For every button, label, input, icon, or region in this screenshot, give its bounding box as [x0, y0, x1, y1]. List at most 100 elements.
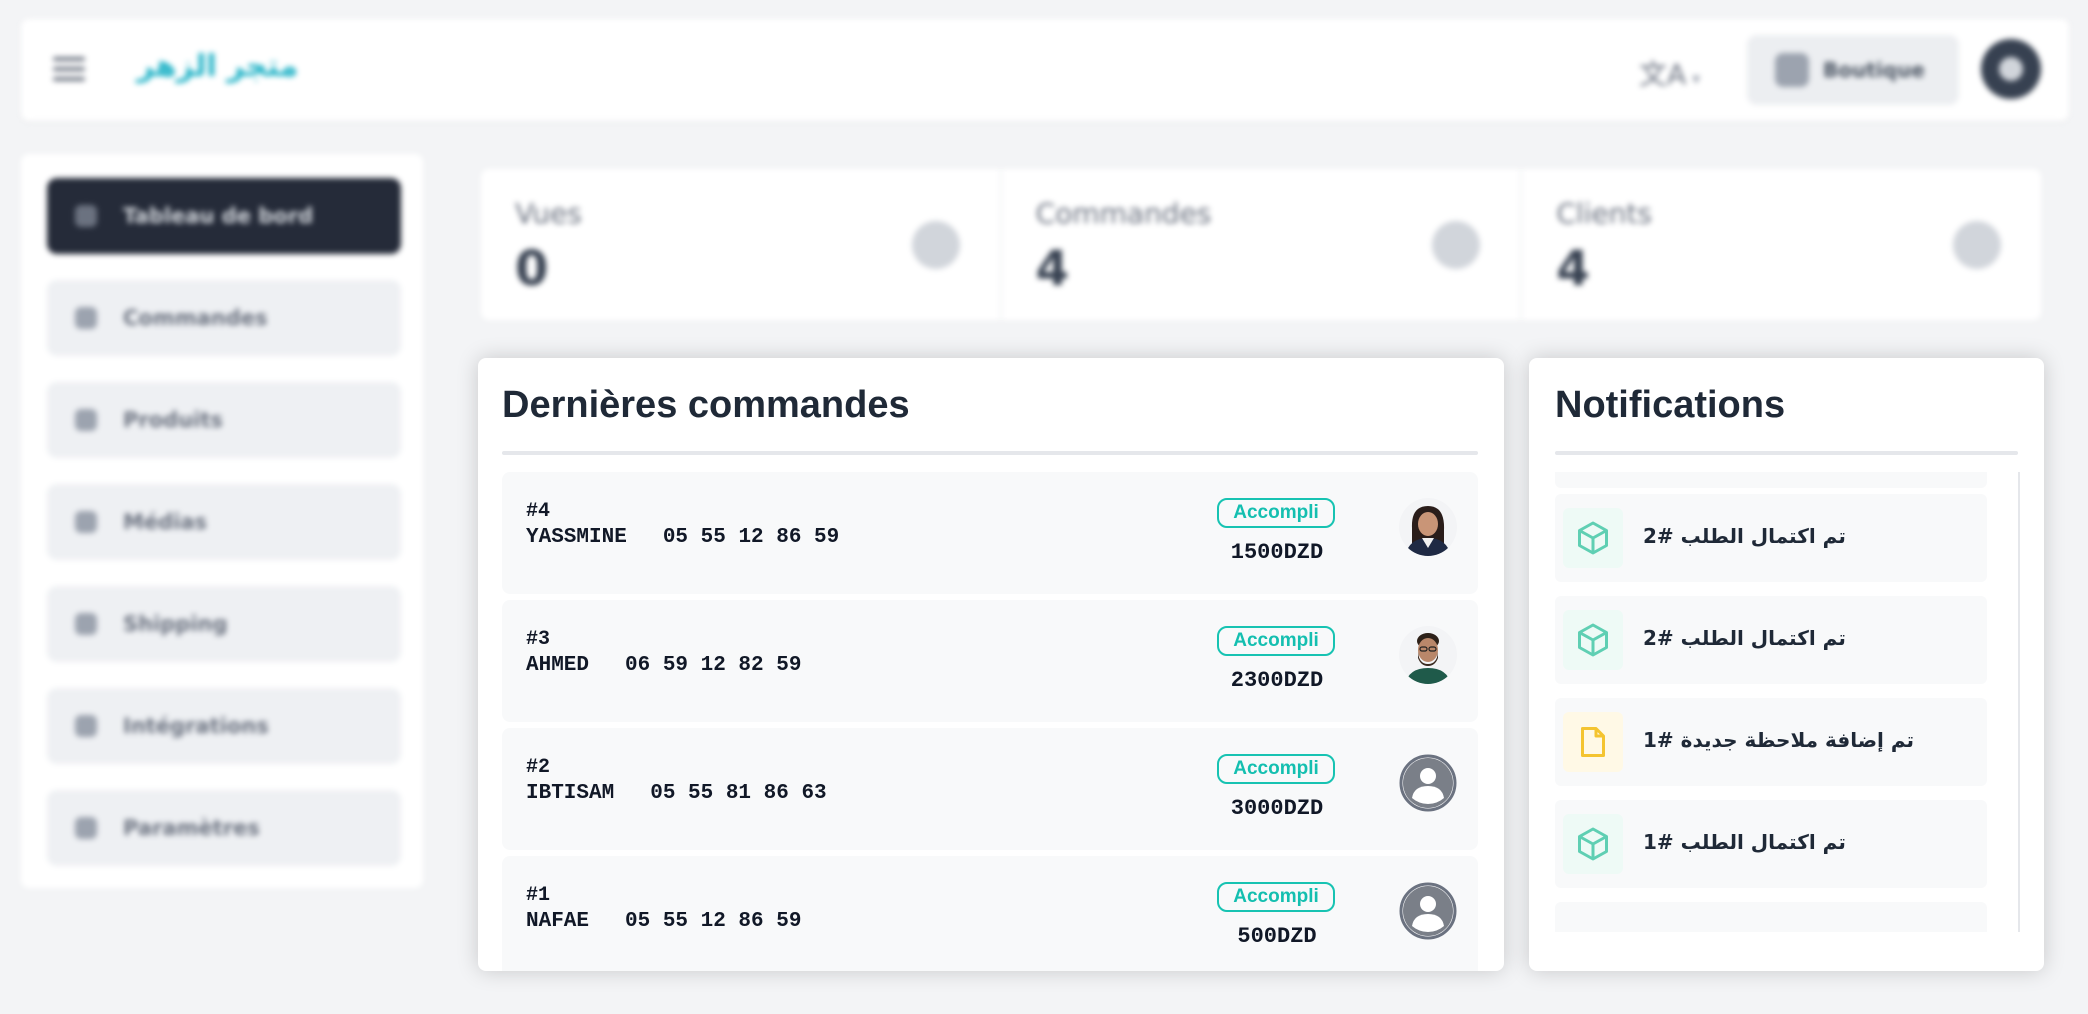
stat-title: Clients [1556, 197, 1652, 230]
chevron-down-icon: ▾ [1692, 69, 1701, 88]
customer-name: NAFAE [526, 910, 590, 933]
sidebar-item-label: Commandes [123, 306, 268, 330]
sidebar-item-settings[interactable]: Paramètres [47, 790, 401, 866]
stats-bar: Vues 0 Commandes 4 Clients 4 [481, 169, 2041, 320]
order-amount: 1500DZD [1230, 540, 1324, 565]
order-customer: NAFAE 05 55 12 86 59 [526, 910, 801, 933]
customer-phone: 05 55 12 86 59 [625, 910, 802, 933]
divider [1555, 451, 2018, 455]
sidebar-item-dashboard[interactable]: Tableau de bord [47, 178, 401, 254]
stat-card-views: Vues 0 [481, 169, 1002, 320]
gear-icon [75, 817, 97, 839]
order-row[interactable]: #1 NAFAE 05 55 12 86 59 Accompli 500DZD [502, 856, 1478, 971]
stat-value: 0 [515, 241, 549, 297]
status-badge: Accompli [1217, 498, 1335, 528]
order-amount: 3000DZD [1230, 796, 1324, 821]
order-customer: AHMED 06 59 12 82 59 [526, 654, 801, 677]
sidebar-item-label: Paramètres [123, 816, 260, 840]
order-amount: 2300DZD [1230, 668, 1324, 693]
stat-card-orders: Commandes 4 [1002, 169, 1523, 320]
customer-name: YASSMINE [526, 526, 627, 549]
status-badge: Accompli [1217, 882, 1335, 912]
customer-name: IBTISAM [526, 782, 615, 805]
stat-value: 4 [1556, 241, 1590, 297]
sidebar-item-products[interactable]: Produits [47, 382, 401, 458]
sidebar-item-label: Tableau de bord [123, 204, 314, 228]
customer-phone: 05 55 81 86 63 [650, 782, 827, 805]
sidebar-item-media[interactable]: Médias [47, 484, 401, 560]
order-customer: YASSMINE 05 55 12 86 59 [526, 526, 839, 549]
latest-orders-panel: Dernières commandes #4 YASSMINE 05 55 12 … [478, 358, 1504, 971]
order-row[interactable]: #2 IBTISAM 05 55 81 86 63 Accompli 3000DZ… [502, 728, 1478, 850]
order-row[interactable]: #3 AHMED 06 59 12 82 59 Accompli 2300DZD [502, 600, 1478, 722]
woman-photo-icon [1399, 498, 1457, 556]
customer-avatar [1399, 498, 1457, 556]
default-user-icon [1399, 754, 1457, 812]
brand-logo[interactable]: متجر الزهر [137, 49, 298, 84]
products-icon [75, 409, 97, 431]
translate-icon: 文A [1639, 58, 1687, 91]
stat-title: Vues [515, 197, 582, 230]
status-badge: Accompli [1217, 754, 1335, 784]
divider [502, 451, 1478, 455]
media-icon [75, 511, 97, 533]
customer-avatar [1399, 882, 1457, 940]
top-bar: متجر الزهر 文A ▾ Boutique [21, 19, 2069, 121]
store-icon [1775, 53, 1809, 87]
customer-avatar [1399, 626, 1457, 684]
stat-title: Commandes [1035, 197, 1212, 230]
sidebar-item-label: Médias [123, 510, 208, 534]
sidebar-item-integrations[interactable]: Intégrations [47, 688, 401, 764]
sidebar-item-label: Intégrations [123, 714, 269, 738]
sidebar-item-orders[interactable]: Commandes [47, 280, 401, 356]
hamburger-menu-icon[interactable] [51, 51, 87, 87]
notification-text: تم اكتمال الطلب #2 [1643, 626, 1846, 650]
notification-text: تم اكتمال الطلب #2 [1643, 524, 1846, 548]
shop-button[interactable]: Boutique [1747, 35, 1959, 105]
notification-item[interactable] [1555, 472, 1987, 488]
customer-phone: 06 59 12 82 59 [625, 654, 802, 677]
panel-title: Notifications [1555, 384, 1786, 426]
dashboard-icon [75, 205, 97, 227]
notification-item[interactable] [1555, 902, 1987, 932]
user-avatar[interactable] [1981, 39, 2041, 99]
truck-icon [75, 613, 97, 635]
box-icon [1563, 508, 1623, 568]
status-badge: Accompli [1217, 626, 1335, 656]
order-row[interactable]: #4 YASSMINE 05 55 12 86 59 Accompli 1500D… [502, 472, 1478, 594]
notification-item[interactable]: تم إضافة ملاحظة جديدة #1 [1555, 698, 1987, 786]
order-number: #3 [526, 628, 551, 651]
notification-list[interactable]: تم اكتمال الطلب #2 تم اكتمال الطلب #2 تم… [1555, 472, 2020, 932]
order-number: #1 [526, 884, 551, 907]
user-icon [1999, 57, 2023, 81]
order-amount: 500DZD [1237, 924, 1317, 949]
default-user-icon [1399, 882, 1457, 940]
clients-icon [1953, 221, 2002, 269]
notifications-panel: Notifications تم اكتمال الطلب #2 تم اكتم… [1529, 358, 2044, 971]
notification-item[interactable]: تم اكتمال الطلب #2 [1555, 596, 1987, 684]
notification-text: تم إضافة ملاحظة جديدة #1 [1643, 728, 1915, 752]
sidebar-item-shipping[interactable]: Shipping [47, 586, 401, 662]
stat-value: 4 [1035, 241, 1070, 297]
shop-button-label: Boutique [1823, 58, 1925, 82]
box-icon [1563, 814, 1623, 874]
panel-title: Dernières commandes [502, 384, 910, 426]
note-icon [1563, 712, 1623, 772]
sidebar-item-label: Shipping [123, 612, 228, 636]
sidebar: Tableau de bord Commandes Produits Média… [21, 154, 423, 888]
orders-icon [1432, 221, 1481, 269]
customer-phone: 05 55 12 86 59 [662, 526, 840, 549]
notification-text: تم اكتمال الطلب #1 [1643, 830, 1846, 854]
order-customer: IBTISAM 05 55 81 86 63 [526, 782, 827, 805]
views-icon [911, 221, 960, 269]
orders-icon [75, 307, 97, 329]
notification-item[interactable]: تم اكتمال الطلب #2 [1555, 494, 1987, 582]
notification-item[interactable]: تم اكتمال الطلب #1 [1555, 800, 1987, 888]
plug-icon [75, 715, 97, 737]
customer-name: AHMED [526, 654, 590, 677]
box-icon [1563, 610, 1623, 670]
language-selector[interactable]: 文A ▾ [1639, 53, 1719, 91]
order-number: #2 [526, 756, 551, 779]
man-photo-icon [1399, 626, 1457, 684]
customer-avatar [1399, 754, 1457, 812]
